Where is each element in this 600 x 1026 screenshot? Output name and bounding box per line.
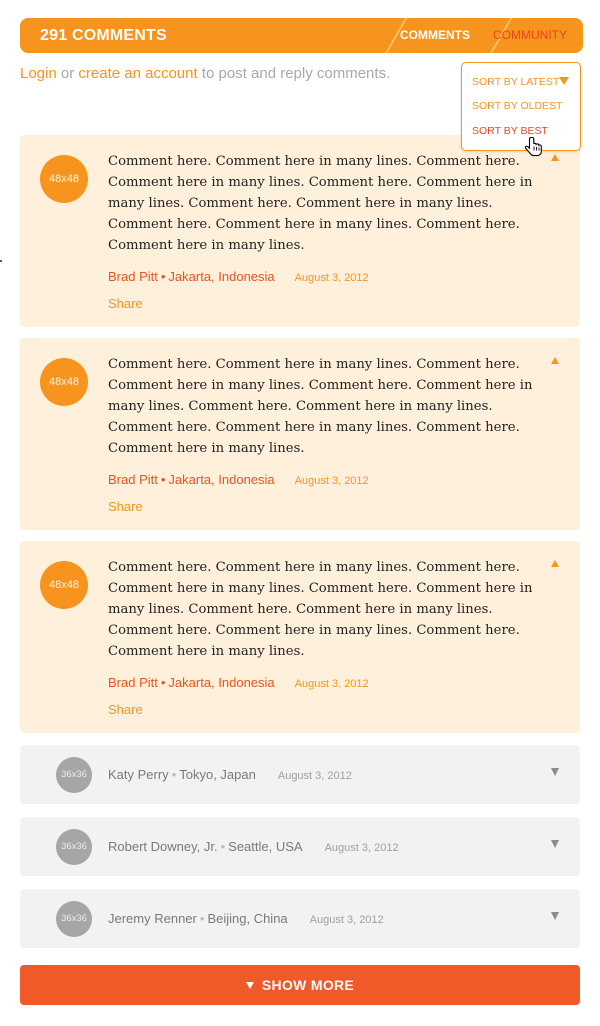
share-link[interactable]: Share xyxy=(108,702,143,717)
meta-separator: • xyxy=(160,269,166,284)
comment-date: August 3, 2012 xyxy=(294,475,369,487)
meta-separator: • xyxy=(220,839,226,854)
comment-meta: Brad Pitt • Jakarta, Indonesia August 3, 20… xyxy=(108,269,369,284)
comment-card: 48x48 Comment here. Comment here in many… xyxy=(20,338,580,530)
expand-arrow-icon[interactable] xyxy=(551,912,559,920)
comment-meta: Katy Perry • Tokyo, Japan August 3, 2012 xyxy=(108,767,352,782)
comment-author[interactable]: Katy Perry xyxy=(108,767,169,782)
collapse-arrow-icon[interactable] xyxy=(551,357,559,364)
expand-arrow-icon[interactable] xyxy=(551,840,559,848)
comment-location: Seattle, USA xyxy=(228,839,303,854)
comment-meta: Brad Pitt • Jakarta, Indonesia August 3, 20… xyxy=(108,675,369,690)
chevron-down-icon[interactable] xyxy=(559,77,569,85)
avatar[interactable]: 48x48 xyxy=(40,358,88,406)
comment-body: Comment here. Comment here in many lines… xyxy=(108,154,533,253)
comment-author[interactable]: Brad Pitt xyxy=(108,675,158,690)
meta-separator: • xyxy=(199,911,205,926)
collapse-arrow-icon[interactable] xyxy=(551,154,559,161)
show-more-label: SHOW MORE xyxy=(261,977,355,993)
sort-by-latest-option[interactable]: SORT BY LATEST xyxy=(472,76,559,88)
comment-body: Comment here. Comment here in many lines… xyxy=(108,560,533,659)
share-link[interactable]: Share xyxy=(108,296,143,311)
share-link[interactable]: Share xyxy=(108,499,143,514)
login-suffix-text: to post and reply comments. xyxy=(197,65,391,82)
comment-date: August 3, 2012 xyxy=(294,678,369,690)
comment-date: August 3, 2012 xyxy=(324,842,399,854)
comment-card: 48x48 Comment here. Comment here in many… xyxy=(20,541,580,733)
comment-location: Jakarta, Indonesia xyxy=(168,472,275,487)
hand-pointer-icon xyxy=(525,136,542,157)
meta-separator: • xyxy=(160,472,166,487)
create-account-link[interactable]: create an account xyxy=(78,65,197,82)
comment-author[interactable]: Robert Downey, Jr. xyxy=(108,839,218,854)
expand-arrow-icon[interactable] xyxy=(551,768,559,776)
edge-mark xyxy=(0,260,2,262)
comment-meta: Robert Downey, Jr. • Seattle, USA August 3,… xyxy=(108,839,399,854)
comment-author[interactable]: Brad Pitt xyxy=(108,269,158,284)
avatar[interactable]: 48x48 xyxy=(40,155,88,203)
login-or-text: or xyxy=(56,65,79,82)
comment-author[interactable]: Brad Pitt xyxy=(108,472,158,487)
sort-by-oldest-option[interactable]: SORT BY OLDEST xyxy=(472,100,562,112)
comment-location: Jakarta, Indonesia xyxy=(168,675,275,690)
collapsed-comment[interactable]: 36x36 Katy Perry • Tokyo, Japan August 3, 2… xyxy=(20,745,580,804)
meta-separator: • xyxy=(171,767,177,782)
comments-header: 291 COMMENTS COMMENTS COMMUNITY xyxy=(20,18,583,53)
comment-body: Comment here. Comment here in many lines… xyxy=(108,357,533,456)
tab-comments[interactable]: COMMENTS xyxy=(400,18,470,53)
comment-count-title: 291 COMMENTS xyxy=(40,27,167,44)
comment-meta: Jeremy Renner • Beijing, China August 3, 20… xyxy=(108,911,384,926)
login-link[interactable]: Login xyxy=(20,65,57,82)
avatar[interactable]: 36x36 xyxy=(56,757,92,793)
comment-card: 48x48 Comment here. Comment here in many… xyxy=(20,135,580,327)
comment-date: August 3, 2012 xyxy=(277,770,352,782)
comment-author[interactable]: Jeremy Renner xyxy=(108,911,197,926)
chevron-down-icon xyxy=(245,981,254,989)
comment-meta: Brad Pitt • Jakarta, Indonesia August 3, 20… xyxy=(108,472,369,487)
comment-location: Jakarta, Indonesia xyxy=(168,269,275,284)
comment-location: Beijing, China xyxy=(207,911,288,926)
avatar[interactable]: 36x36 xyxy=(56,829,92,865)
meta-separator: • xyxy=(160,675,166,690)
show-more-button[interactable]: SHOW MORE xyxy=(20,965,580,1005)
sort-dropdown[interactable]: SORT BY LATEST SORT BY OLDEST SORT BY BE… xyxy=(461,62,581,151)
collapse-arrow-icon[interactable] xyxy=(551,560,559,567)
login-prompt: Login or create an account to post and r… xyxy=(20,65,390,82)
tab-community[interactable]: COMMUNITY xyxy=(493,18,567,53)
avatar[interactable]: 48x48 xyxy=(40,561,88,609)
comment-date: August 3, 2012 xyxy=(309,914,384,926)
collapsed-comment[interactable]: 36x36 Robert Downey, Jr. • Seattle, USA Aug… xyxy=(20,817,580,876)
avatar[interactable]: 36x36 xyxy=(56,901,92,937)
comment-date: August 3, 2012 xyxy=(294,272,369,284)
collapsed-comment[interactable]: 36x36 Jeremy Renner • Beijing, China August… xyxy=(20,889,580,948)
comment-location: Tokyo, Japan xyxy=(179,767,256,782)
